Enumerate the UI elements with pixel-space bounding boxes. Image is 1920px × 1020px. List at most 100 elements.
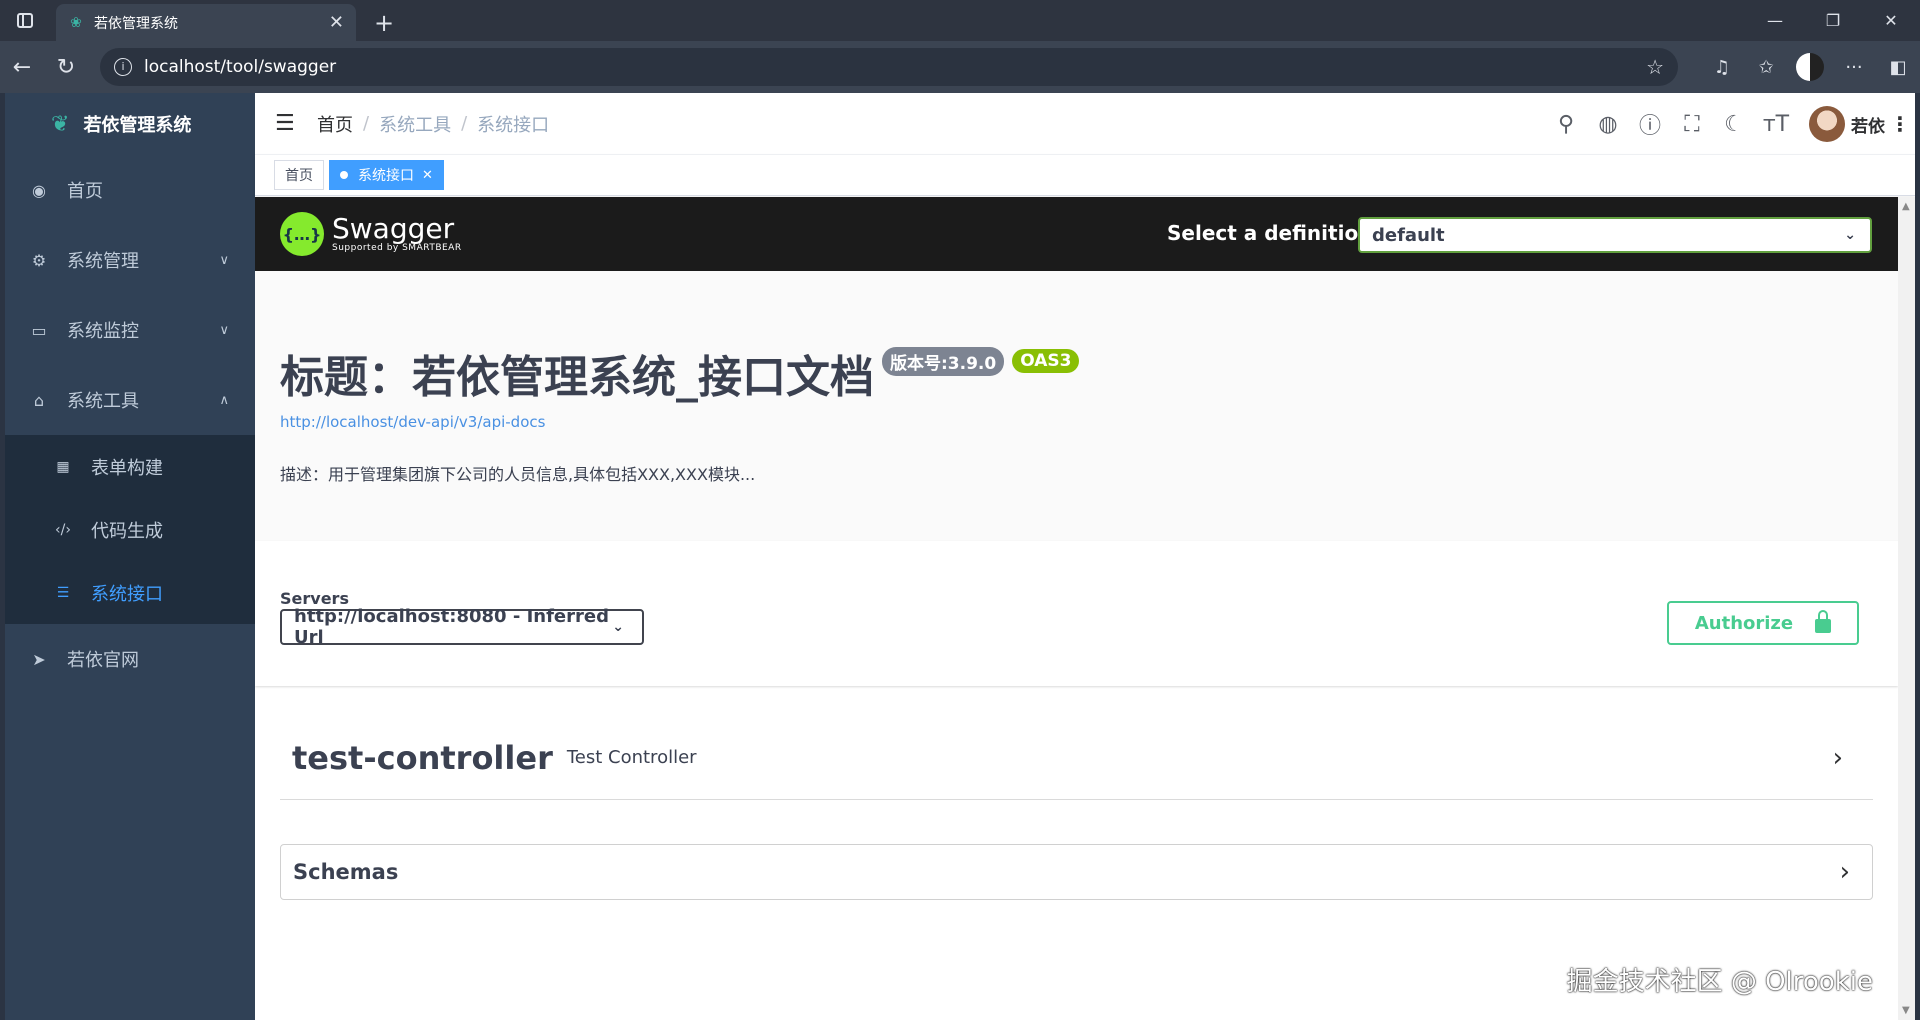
sidebar-item-label: 代码生成: [91, 520, 163, 542]
oas-badge: OAS3: [1012, 349, 1080, 373]
tag-label: 系统接口: [358, 168, 414, 184]
sidebar-item-system-tools[interactable]: ⌂ 系统工具 ∧: [5, 365, 255, 435]
sidebar-toggle-icon: [17, 13, 33, 28]
table-icon: ▦: [56, 458, 70, 475]
sidebar-logo[interactable]: ❦ 若依管理系统: [5, 93, 255, 155]
swagger-logo-by: Supported by SMARTBEAR: [332, 243, 462, 253]
breadcrumb-system-tools: 系统工具: [379, 114, 452, 136]
favorite-star-icon[interactable]: ☆: [1646, 55, 1664, 79]
definition-select-value: default: [1372, 224, 1445, 246]
reload-icon[interactable]: ↻: [44, 47, 88, 87]
url-text: localhost/tool/swagger: [144, 57, 337, 77]
logo-title: 若依管理系统: [83, 115, 192, 136]
api-description: 描述：用于管理集团旗下公司的人员信息,具体包括XXX,XXX模块...: [280, 465, 756, 484]
scrollbar[interactable]: ▲ ▼: [1898, 197, 1915, 1020]
sliders-icon: ☰: [56, 584, 70, 601]
sidebar-item-code-gen[interactable]: ‹/› 代码生成: [5, 498, 255, 561]
chevron-right-icon: ›: [1832, 742, 1843, 773]
swagger-info: 标题：若依管理系统_接口文档 版本号:3.9.0 OAS3 http://loc…: [255, 271, 1898, 541]
url-field[interactable]: i localhost/tool/swagger ☆: [100, 48, 1678, 86]
sidebar-item-label: 若依官网: [67, 650, 139, 671]
swagger-logo[interactable]: {…} Swagger Supported by SMARTBEAR: [280, 212, 462, 256]
sidebar-item-label: 表单构建: [91, 457, 163, 479]
sidebar-item-system-api[interactable]: ☰ 系统接口: [5, 561, 255, 624]
font-size-icon[interactable]: тT: [1755, 112, 1797, 137]
toolbox-icon: ⌂: [33, 390, 45, 410]
window-controls: — ❐ ✕: [1746, 0, 1920, 41]
profile-avatar[interactable]: [1796, 53, 1824, 81]
schemas-section[interactable]: Schemas ›: [280, 844, 1873, 900]
more-options-icon[interactable]: ···: [1832, 47, 1876, 87]
breadcrumb-home[interactable]: 首页: [317, 111, 353, 137]
dark-mode-icon[interactable]: ☾: [1713, 112, 1755, 137]
sidebar-item-label: 系统管理: [67, 251, 139, 272]
watermark: 掘金技术社区 @ Olrookie: [1566, 967, 1873, 997]
sidebar-item-home[interactable]: ◉ 首页: [5, 155, 255, 225]
sidebar-item-system-management[interactable]: ⚙ 系统管理 ∨: [5, 225, 255, 295]
authorize-button[interactable]: Authorize: [1667, 601, 1859, 645]
sidebar-item-label: 系统接口: [91, 583, 163, 605]
chevron-down-icon: ∨: [219, 322, 229, 338]
servers-section: Servers http://localhost:8080 - Inferred…: [255, 541, 1898, 686]
favorites-icon[interactable]: ✩: [1744, 47, 1788, 87]
restore-icon[interactable]: ❐: [1804, 0, 1862, 41]
definition-select-label: Select a definition: [1167, 221, 1373, 245]
tag-name: test-controller: [292, 738, 553, 777]
close-window-icon[interactable]: ✕: [1862, 0, 1920, 41]
tag-label: 首页: [285, 168, 313, 184]
sidebar-item-form-builder[interactable]: ▦ 表单构建: [5, 435, 255, 498]
breadcrumb: 首页 / 系统工具 / 系统接口: [317, 111, 549, 137]
chevron-right-icon: ›: [1839, 857, 1850, 887]
swagger-title-row: 标题：若依管理系统_接口文档 版本号:3.9.0 OAS3: [280, 341, 1898, 405]
breadcrumb-separator: /: [461, 113, 468, 134]
search-icon[interactable]: ⚲: [1545, 112, 1587, 137]
tag-home[interactable]: 首页: [274, 160, 324, 190]
sidebar: ❦ 若依管理系统 ◉ 首页 ⚙ 系统管理 ∨ ▭ 系统监控 ∨ ⌂ 系统工具 ∧…: [5, 93, 255, 1020]
authorize-label: Authorize: [1694, 612, 1794, 634]
main-area: ☰ 首页 / 系统工具 / 系统接口 ⚲ ◍ ⓘ ⛶ ☾ тT 若依 ⋮ 首页 …: [255, 93, 1915, 1020]
address-bar: ← ↻ i localhost/tool/swagger ☆ ♫ ✩ ··· ◧: [0, 41, 1920, 93]
read-aloud-icon[interactable]: ♫: [1700, 47, 1744, 87]
sidebar-item-website[interactable]: ➤ 若依官网: [5, 624, 255, 694]
chevron-up-icon: ∧: [219, 392, 229, 408]
sidebar-item-system-monitor[interactable]: ▭ 系统监控 ∨: [5, 295, 255, 365]
avatar[interactable]: [1809, 106, 1845, 142]
sidebar-item-label: 系统工具: [67, 391, 139, 412]
breadcrumb-system-api: 系统接口: [477, 114, 550, 136]
swagger-logo-icon: {…}: [280, 212, 324, 256]
new-tab-button[interactable]: +: [364, 4, 404, 41]
monitor-icon: ▭: [31, 320, 47, 340]
page-title: 标题：若依管理系统_接口文档: [280, 352, 874, 403]
navbar: ☰ 首页 / 系统工具 / 系统接口 ⚲ ◍ ⓘ ⛶ ☾ тT 若依 ⋮: [255, 93, 1915, 155]
swagger-frame: {…} Swagger Supported by SMARTBEAR Selec…: [255, 197, 1898, 1020]
servers-select[interactable]: http://localhost:8080 - Inferred Url ⌄: [280, 606, 644, 648]
version-badge: 版本号:3.9.0: [882, 346, 1005, 376]
opblock-tag-test-controller[interactable]: test-controller Test Controller ›: [280, 716, 1873, 800]
right-menu: ⚲ ◍ ⓘ ⛶ ☾ тT 若依 ⋮: [1545, 93, 1915, 155]
tab-actions-button[interactable]: [0, 0, 50, 41]
github-icon[interactable]: ◍: [1587, 112, 1629, 137]
tag-system-api[interactable]: 系统接口 ✕: [329, 160, 444, 190]
copilot-sidebar-icon[interactable]: ◧: [1876, 47, 1920, 87]
scroll-down-icon[interactable]: ▼: [1902, 1005, 1910, 1016]
swagger-logo-name: Swagger: [332, 212, 455, 245]
hamburger-icon[interactable]: ☰: [255, 111, 305, 136]
back-icon[interactable]: ←: [0, 47, 44, 87]
definition-select[interactable]: default ⌄: [1358, 217, 1872, 253]
api-docs-link[interactable]: http://localhost/dev-api/v3/api-docs: [280, 413, 1898, 431]
active-dot-icon: [340, 171, 348, 179]
gear-icon: ⚙: [31, 250, 47, 270]
close-tag-icon[interactable]: ✕: [422, 168, 433, 183]
submenu-system-tools: ▦ 表单构建 ‹/› 代码生成 ☰ 系统接口: [5, 435, 255, 624]
site-info-icon[interactable]: i: [114, 58, 132, 76]
fullscreen-icon[interactable]: ⛶: [1671, 112, 1713, 137]
username[interactable]: 若依: [1851, 112, 1885, 137]
close-tab-icon[interactable]: ✕: [329, 12, 344, 33]
browser-tab[interactable]: ❀ 若依管理系统 ✕: [56, 4, 356, 41]
minimize-icon[interactable]: —: [1746, 0, 1804, 41]
help-icon[interactable]: ⓘ: [1629, 108, 1671, 140]
code-icon: ‹/›: [55, 521, 71, 538]
more-vertical-icon[interactable]: ⋮: [1885, 112, 1915, 136]
tag-description: Test Controller: [566, 747, 697, 768]
scroll-up-icon[interactable]: ▲: [1902, 201, 1910, 212]
